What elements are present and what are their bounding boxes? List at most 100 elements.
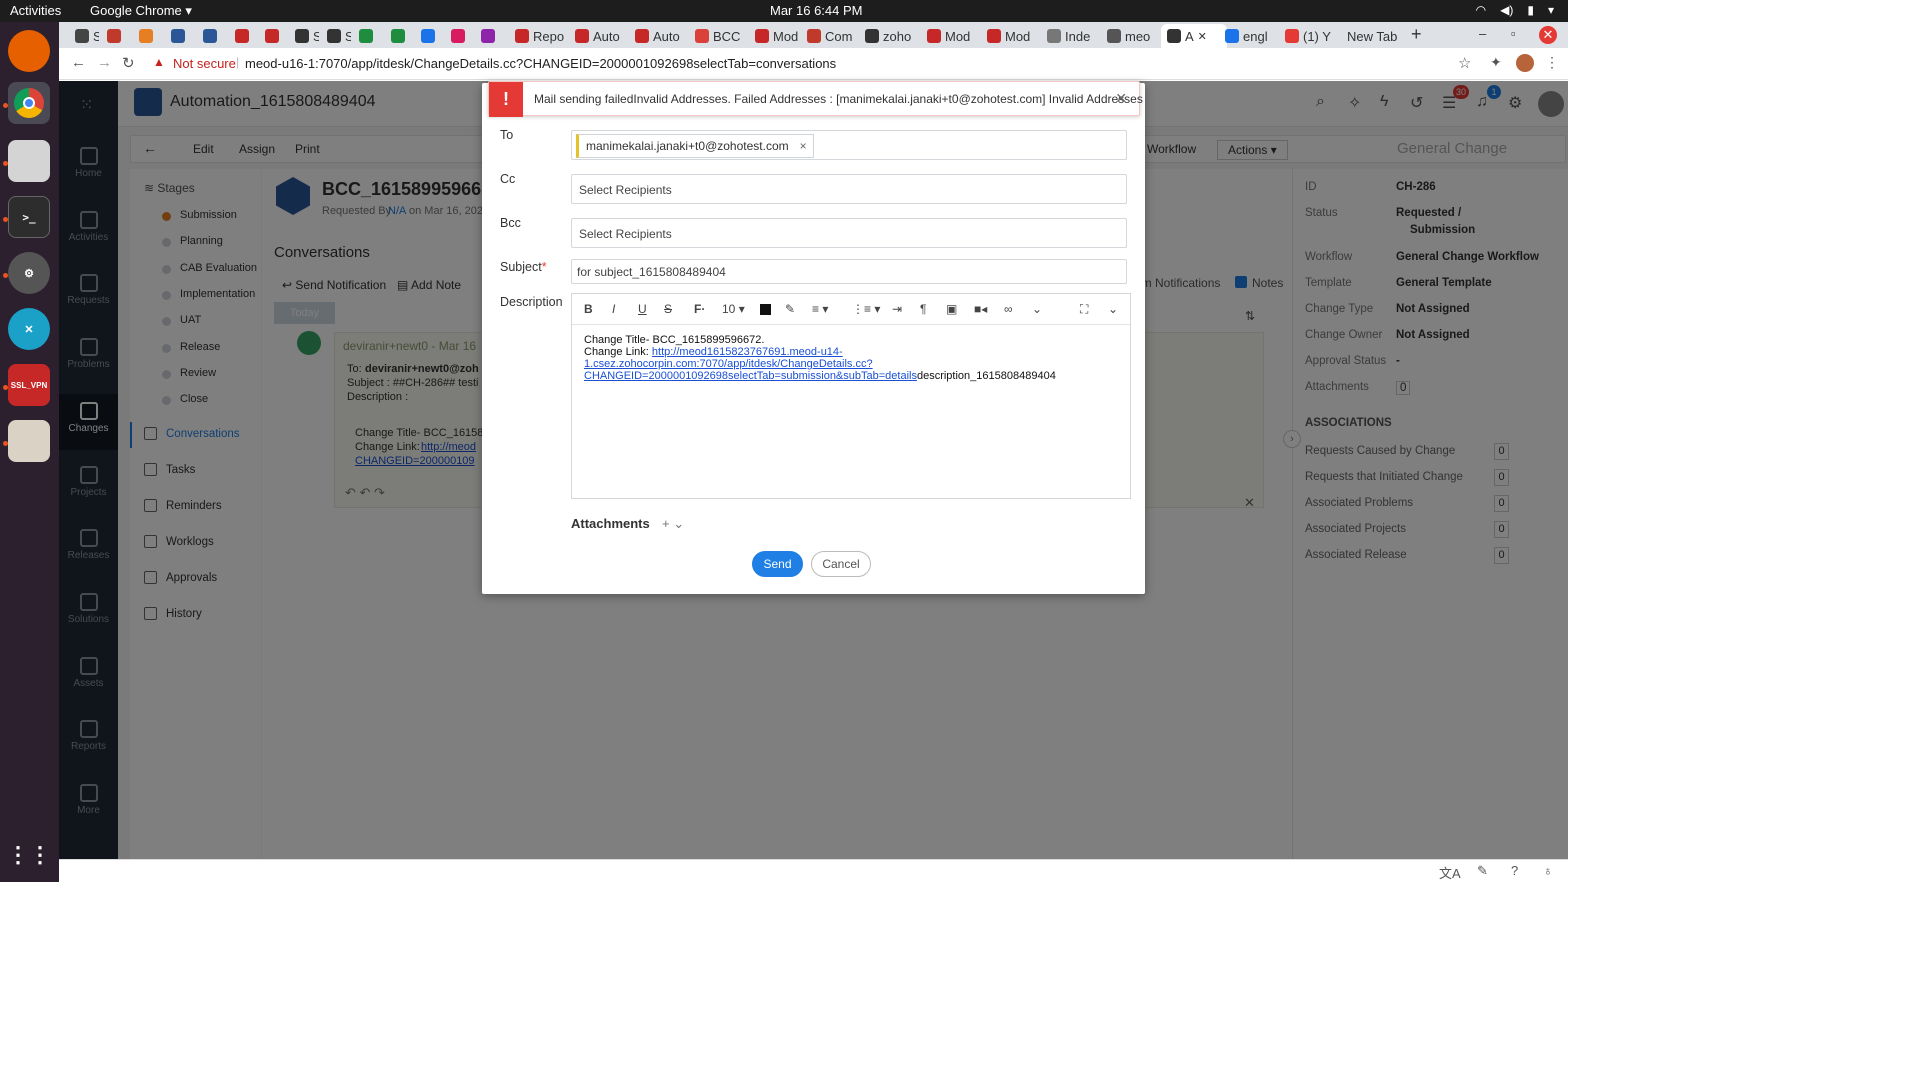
tab-favicon-icon xyxy=(359,29,373,43)
app-menu[interactable]: Google Chrome ▾ xyxy=(90,3,192,19)
clock[interactable]: Mar 16 6:44 PM xyxy=(770,3,863,18)
browser-tab[interactable]: New Tab xyxy=(1341,24,1405,48)
tab-active[interactable]: A ✕ xyxy=(1161,24,1227,48)
font-size-select[interactable]: 10 ▾ xyxy=(722,302,745,316)
italic-icon[interactable]: I xyxy=(612,302,615,316)
tab-label: Auto xyxy=(653,28,680,44)
video-icon[interactable]: ■◂ xyxy=(974,302,987,316)
browser-tab[interactable] xyxy=(385,24,415,48)
collapse-icon[interactable]: ⌄ xyxy=(1108,302,1118,316)
bold-icon[interactable]: B xyxy=(584,302,593,316)
minimize-icon[interactable]: – xyxy=(1479,26,1486,41)
browser-tab[interactable]: SD xyxy=(69,24,99,48)
browser-tab[interactable] xyxy=(101,24,131,48)
to-field[interactable]: manimekalai.janaki+t0@zohotest.com × xyxy=(571,130,1127,160)
feedback-icon[interactable]: ✎ xyxy=(1477,863,1488,879)
indent-icon[interactable]: ⇥ xyxy=(892,302,902,316)
more-icon[interactable]: ⌄ xyxy=(1032,302,1042,316)
align-icon[interactable]: ≡ ▾ xyxy=(812,302,828,316)
browser-tab[interactable]: (1) Y xyxy=(1279,24,1335,48)
browser-tab[interactable]: Mod xyxy=(921,24,977,48)
list-icon[interactable]: ⋮≡ ▾ xyxy=(852,302,880,316)
tab-favicon-icon xyxy=(75,29,89,43)
archive-icon[interactable] xyxy=(8,420,50,462)
close-window-icon[interactable]: ✕ xyxy=(1539,26,1557,44)
tab-label: engl xyxy=(1243,28,1268,44)
activities-button[interactable]: Activities xyxy=(10,3,61,18)
not-secure-label[interactable]: Not secure xyxy=(173,56,236,71)
browser-tab[interactable] xyxy=(229,24,259,48)
browser-tab[interactable] xyxy=(475,24,505,48)
body-change-link-2[interactable]: CHANGEID=2000001092698selectTab=submissi… xyxy=(584,370,917,382)
bcc-field[interactable]: Select Recipients xyxy=(571,218,1127,248)
new-tab-icon[interactable]: + xyxy=(1411,24,1422,45)
subject-input[interactable]: for subject_1615808489404 xyxy=(571,259,1127,284)
browser-tab[interactable] xyxy=(197,24,227,48)
close-alert-icon[interactable]: ✕ xyxy=(1115,90,1127,107)
browser-tab[interactable] xyxy=(133,24,163,48)
browser-tab[interactable]: Auto xyxy=(569,24,625,48)
browser-tab[interactable] xyxy=(259,24,289,48)
chrome-icon[interactable] xyxy=(8,82,50,124)
paragraph-icon[interactable]: ¶ xyxy=(920,302,926,316)
browser-tab[interactable]: Com xyxy=(801,24,857,48)
browser-tab[interactable]: SD xyxy=(289,24,319,48)
profile-avatar[interactable] xyxy=(1516,54,1534,72)
translate-icon[interactable]: 文A xyxy=(1439,863,1461,882)
terminal-icon[interactable]: >_ xyxy=(8,196,50,238)
show-apps-icon[interactable]: ⋮⋮ xyxy=(7,834,51,876)
browser-tab[interactable]: Mod xyxy=(981,24,1037,48)
close-tab-icon[interactable]: ✕ xyxy=(1198,30,1207,43)
forward-icon[interactable]: → xyxy=(97,54,112,71)
cc-field[interactable]: Select Recipients xyxy=(571,174,1127,204)
image-icon[interactable]: ▣ xyxy=(946,302,957,316)
browser-tab[interactable] xyxy=(415,24,445,48)
remote-app-icon[interactable]: ✕ xyxy=(8,308,50,350)
editor-body[interactable]: Change Title- BCC_1615899596672. Change … xyxy=(584,334,1120,382)
reload-icon[interactable]: ↻ xyxy=(122,54,135,72)
error-alert: ! Mail sending failedInvalid Addresses. … xyxy=(488,81,1143,117)
font-family-icon[interactable]: F· xyxy=(694,302,705,316)
maximize-icon[interactable]: ▫ xyxy=(1511,26,1516,41)
settings-icon[interactable]: ⚙ xyxy=(8,252,50,294)
url-input[interactable]: meod-u16-1:7070/app/itdesk/ChangeDetails… xyxy=(245,56,836,71)
files-icon[interactable] xyxy=(8,140,50,182)
browser-tab[interactable] xyxy=(353,24,383,48)
chrome-menu-icon[interactable]: ⋮ xyxy=(1545,54,1559,71)
browser-tab[interactable]: zoho xyxy=(859,24,915,48)
tips-icon[interactable]: ♁ xyxy=(1543,863,1553,878)
browser-tab[interactable]: Auto xyxy=(629,24,685,48)
back-icon[interactable]: ← xyxy=(71,54,86,71)
recipient-chip[interactable]: manimekalai.janaki+t0@zohotest.com × xyxy=(576,134,814,158)
cancel-button[interactable]: Cancel xyxy=(811,551,871,577)
browser-tab[interactable]: meo xyxy=(1101,24,1157,48)
browser-tab[interactable]: SD xyxy=(321,24,351,48)
address-bar-row: ← → ↻ ▲ Not secure | meod-u16-1:7070/app… xyxy=(59,48,1568,80)
strikethrough-icon[interactable]: S xyxy=(664,302,672,316)
extensions-icon[interactable]: ✦ xyxy=(1490,54,1502,71)
highlight-icon[interactable]: ✎ xyxy=(785,302,795,316)
underline-icon[interactable]: U xyxy=(638,302,647,316)
remove-recipient-icon[interactable]: × xyxy=(800,135,807,157)
font-size-value: 10 xyxy=(722,302,736,316)
browser-tab[interactable] xyxy=(165,24,195,48)
description-editor[interactable]: B I U S F· 10 ▾ ✎ ≡ ▾ ⋮≡ ▾ ⇥ ¶ ▣ ■◂ ∞ ⌄ … xyxy=(571,293,1131,499)
link-icon[interactable]: ∞ xyxy=(1004,302,1013,316)
browser-tab[interactable]: engl xyxy=(1219,24,1275,48)
tab-favicon-icon xyxy=(203,29,217,43)
add-attachment-icon[interactable]: + ⌄ xyxy=(662,516,684,532)
browser-tab[interactable]: Mod xyxy=(749,24,805,48)
bookmark-star-icon[interactable]: ☆ xyxy=(1458,54,1471,72)
browser-tab[interactable]: BCC xyxy=(689,24,745,48)
firefox-icon[interactable] xyxy=(8,30,50,72)
help-icon[interactable]: ? xyxy=(1511,863,1518,878)
tab-label: meo xyxy=(1125,28,1151,44)
browser-tab[interactable] xyxy=(445,24,475,48)
system-tray[interactable]: ◠ ◀) ▮ ▾ xyxy=(1476,3,1554,17)
browser-tab[interactable]: Inde xyxy=(1041,24,1097,48)
browser-tab[interactable]: Repo xyxy=(509,24,565,48)
text-color-icon[interactable] xyxy=(760,304,771,315)
send-button[interactable]: Send xyxy=(752,551,803,577)
fullscreen-icon[interactable]: ⛶ xyxy=(1080,302,1088,317)
ssl-vpn-icon[interactable]: SSL_VPN xyxy=(8,364,50,406)
